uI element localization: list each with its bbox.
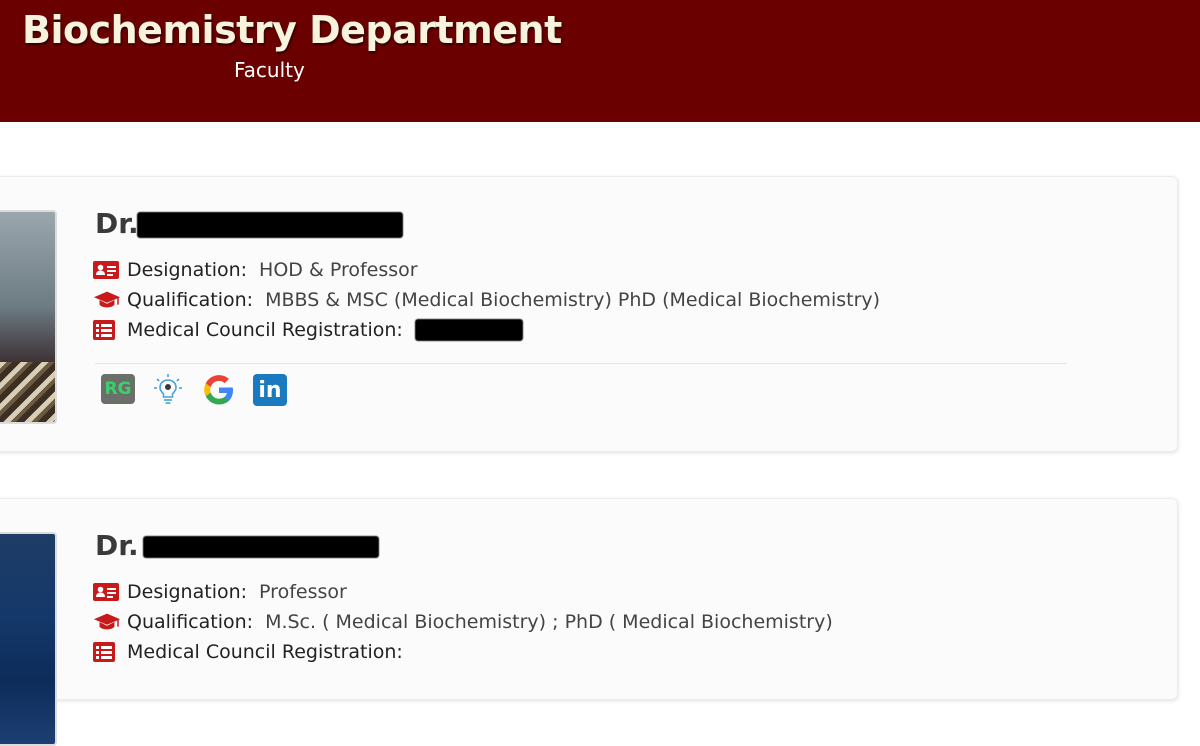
faculty-card: Dr. Designation: Professor Qualification… bbox=[0, 498, 1178, 746]
list-icon bbox=[93, 320, 121, 340]
linkedin-icon[interactable]: in bbox=[253, 374, 287, 406]
id-card-icon bbox=[93, 260, 121, 280]
redacted-name bbox=[142, 536, 379, 558]
card-divider bbox=[95, 363, 1067, 364]
designation-value: Professor bbox=[259, 581, 347, 603]
google-icon[interactable] bbox=[201, 373, 237, 407]
id-card-icon bbox=[93, 582, 121, 602]
faculty-photo[interactable] bbox=[0, 532, 57, 746]
list-icon bbox=[93, 642, 121, 662]
redacted-name bbox=[136, 212, 403, 238]
qualification-row: Qualification: MBBS & MSC (Medical Bioch… bbox=[93, 289, 880, 311]
researchgate-icon[interactable]: RG bbox=[101, 374, 135, 404]
faculty-name: Dr. bbox=[95, 529, 379, 562]
designation-label: Designation: bbox=[127, 259, 248, 281]
idea-bulb-icon[interactable] bbox=[153, 373, 183, 407]
name-prefix: Dr. bbox=[95, 207, 139, 240]
registration-row: Medical Council Registration: bbox=[93, 641, 415, 663]
registration-label: Medical Council Registration: bbox=[127, 319, 403, 341]
qualification-value: MBBS & MSC (Medical Biochemistry) PhD (M… bbox=[265, 289, 881, 311]
faculty-name: Dr. bbox=[95, 207, 403, 240]
graduation-cap-icon bbox=[93, 290, 121, 310]
qualification-row: Qualification: M.Sc. ( Medical Biochemis… bbox=[93, 611, 833, 633]
designation-value: HOD & Professor bbox=[259, 259, 418, 281]
designation-label: Designation: bbox=[127, 581, 248, 603]
page-subtitle: Faculty bbox=[234, 58, 305, 82]
redacted-registration bbox=[414, 319, 523, 341]
qualification-label: Qualification: bbox=[127, 289, 254, 311]
department-banner: Biochemistry Department Faculty bbox=[0, 0, 1200, 122]
page-title: Biochemistry Department bbox=[22, 8, 562, 52]
qualification-label: Qualification: bbox=[127, 611, 254, 633]
registration-label: Medical Council Registration: bbox=[127, 641, 403, 663]
designation-row: Designation: Professor bbox=[93, 581, 347, 603]
faculty-card: Dr. Designation: HOD & Professor Qualifi… bbox=[0, 176, 1178, 452]
designation-row: Designation: HOD & Professor bbox=[93, 259, 418, 281]
name-prefix: Dr. bbox=[95, 529, 139, 562]
registration-row: Medical Council Registration: bbox=[93, 319, 523, 341]
qualification-value: M.Sc. ( Medical Biochemistry) ; PhD ( Me… bbox=[265, 611, 833, 633]
graduation-cap-icon bbox=[93, 612, 121, 632]
faculty-photo[interactable] bbox=[0, 210, 57, 424]
